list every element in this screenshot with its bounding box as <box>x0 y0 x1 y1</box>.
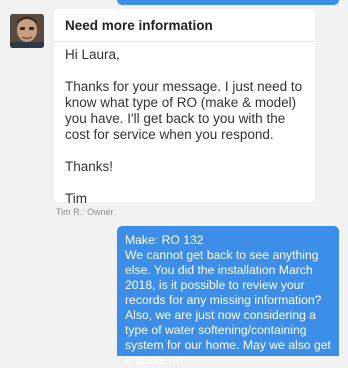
message-greeting: Hi Laura, <box>65 47 120 62</box>
reply-bubble: Make: RO 132 We cannot get back to see a… <box>117 226 339 367</box>
message-paragraph: Thanks for your message. I just need to … <box>65 79 303 142</box>
avatar-photo-icon <box>10 14 44 48</box>
avatar[interactable] <box>10 14 44 48</box>
sender-meta: Tim R.: Owner <box>56 207 114 217</box>
previous-reply-bubble-edge <box>117 0 339 5</box>
message-card: Need more information Hi Laura, Thanks f… <box>54 9 315 206</box>
message-signature: Tim <box>65 191 87 206</box>
divider <box>54 41 315 42</box>
message-body: Hi Laura, Thanks for your message. I jus… <box>65 47 305 207</box>
message-subject: Need more information <box>65 18 213 33</box>
message-thanks: Thanks! <box>65 159 114 174</box>
